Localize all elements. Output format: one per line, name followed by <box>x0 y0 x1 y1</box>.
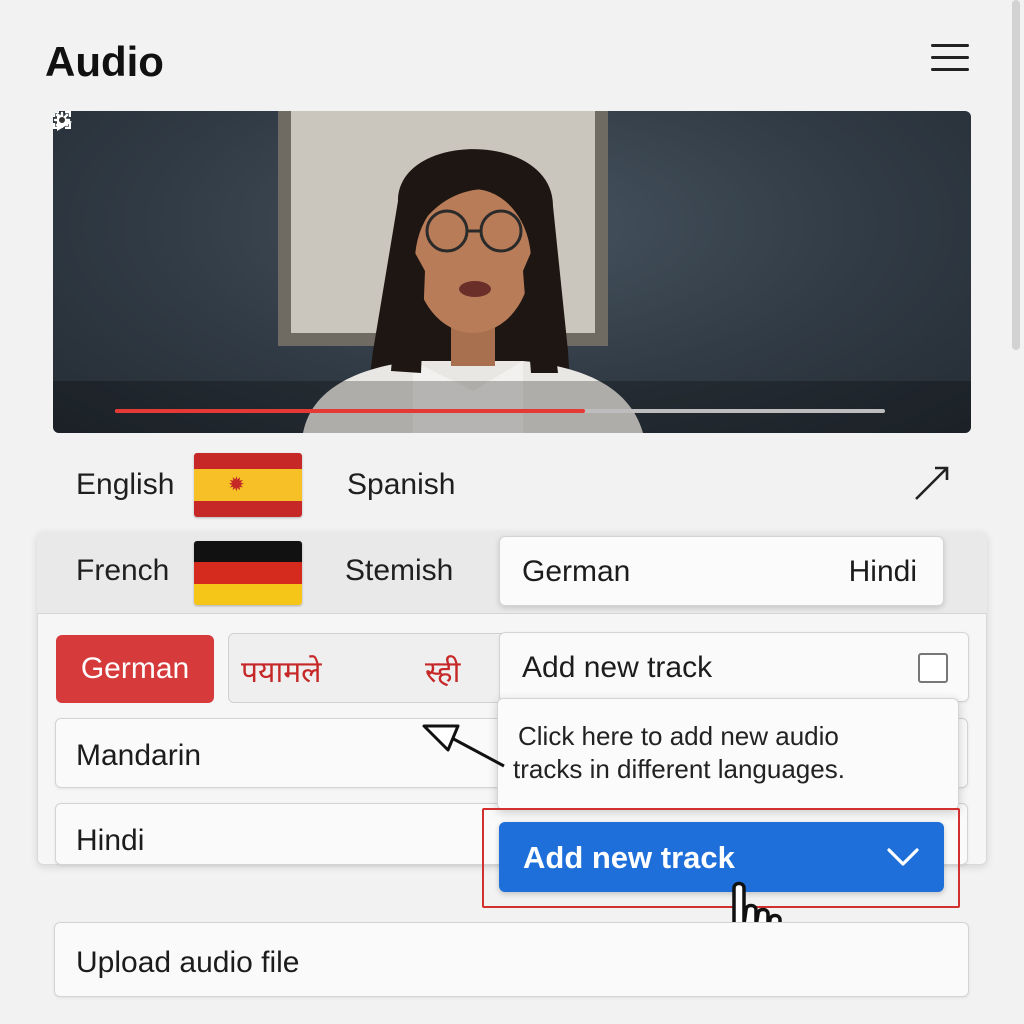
german-hindi-card[interactable]: German Hindi <box>499 536 944 606</box>
hamburger-menu-icon[interactable] <box>931 44 969 74</box>
language-french[interactable]: French <box>76 554 169 588</box>
germany-flag-icon <box>194 541 302 605</box>
fullscreen-icon[interactable] <box>53 111 71 129</box>
add-track-checkbox[interactable] <box>918 653 948 683</box>
tooltip-line-1: Click here to add new audio <box>518 721 839 751</box>
add-new-track-button-label: Add new track <box>523 840 735 875</box>
video-frame-illustration <box>53 111 971 433</box>
list-item-label: Mandarin <box>76 739 202 772</box>
script-text-right: स्ही <box>425 655 461 690</box>
add-track-row[interactable]: Add new track <box>499 632 969 702</box>
german-selected-chip[interactable]: German <box>56 635 214 703</box>
language-english[interactable]: English <box>76 468 174 502</box>
chevron-down-icon <box>887 848 919 866</box>
tooltip: Click here to add new audio tracks in di… <box>497 698 959 810</box>
upload-audio-file-button[interactable]: Upload audio file <box>54 922 969 997</box>
progress-bar[interactable] <box>115 409 885 413</box>
arrow-diagonal-icon[interactable] <box>913 464 951 502</box>
german-label: German <box>522 555 631 588</box>
language-spanish[interactable]: Spanish <box>347 468 455 502</box>
page-title: Audio <box>45 38 164 85</box>
tooltip-line-2: tracks in different languages. <box>513 754 845 784</box>
language-stemish[interactable]: Stemish <box>345 554 453 588</box>
upload-audio-file-label: Upload audio file <box>76 946 300 979</box>
pointer-arrow-icon <box>422 724 505 768</box>
list-item-label: Hindi <box>76 824 145 857</box>
hindi-script-field[interactable]: पयामले स्ही <box>228 633 510 703</box>
scrollbar[interactable] <box>1012 0 1020 350</box>
progress-bar-fill <box>115 409 585 413</box>
spain-flag-icon: ✹ <box>194 453 302 517</box>
video-player[interactable] <box>53 111 971 433</box>
hindi-label: Hindi <box>848 555 917 588</box>
script-text-left: पयामले <box>241 655 322 690</box>
add-track-label: Add new track <box>522 651 713 684</box>
